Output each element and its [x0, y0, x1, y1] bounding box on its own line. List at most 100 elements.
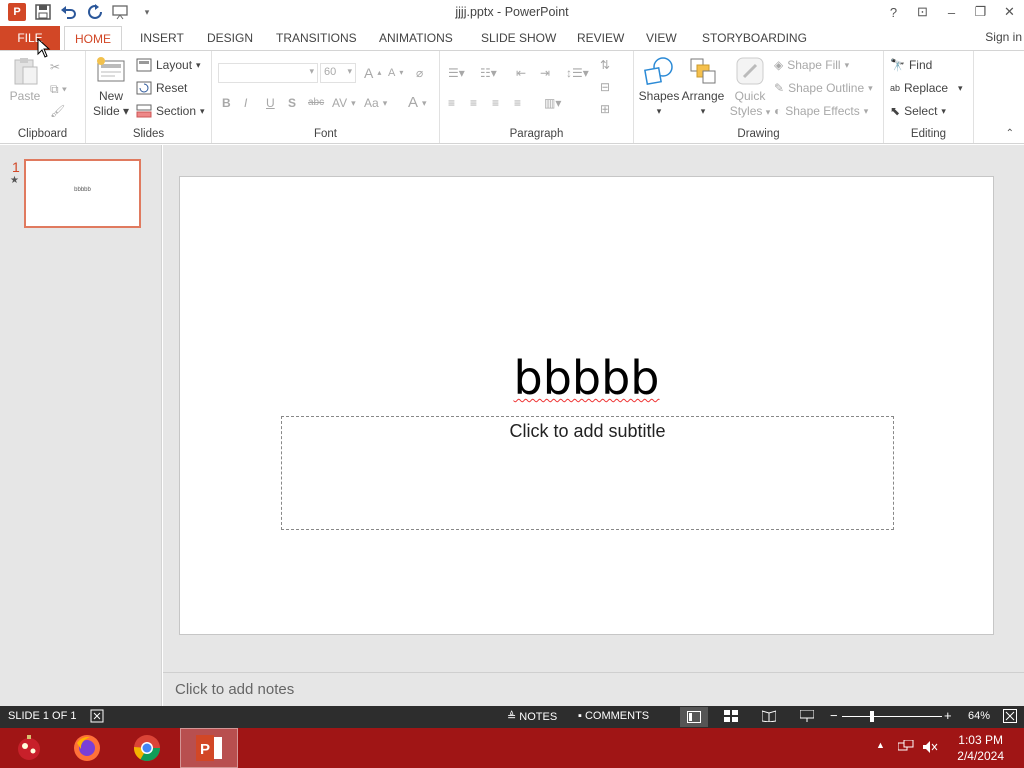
sign-in-link[interactable]: Sign in: [985, 30, 1022, 44]
increase-font-size-icon[interactable]: A ▴: [364, 63, 381, 83]
shapes-button[interactable]: Shapes ▾: [638, 55, 680, 119]
tab-review[interactable]: REVIEW: [567, 26, 634, 50]
comments-button[interactable]: ▪ COMMENTS: [578, 710, 649, 722]
paragraph-group: ☰▾ ☷▾ ⇤ ⇥ ↕☰▾ ⇅ ⊟ ⊞ ≡ ≡ ≡ ≡ ▥▾ Paragraph: [440, 51, 634, 143]
justify-icon[interactable]: ≡: [514, 93, 521, 113]
help-button[interactable]: ?: [879, 0, 908, 24]
font-color-button[interactable]: A ▾: [408, 93, 427, 113]
text-direction-icon[interactable]: ⇅: [600, 55, 610, 75]
volume-muted-icon[interactable]: [922, 740, 938, 757]
zoom-slider[interactable]: [842, 711, 942, 722]
italic-button[interactable]: I: [244, 93, 247, 113]
new-slide-button[interactable]: New Slide ▾: [92, 55, 130, 119]
bold-button[interactable]: B: [222, 93, 231, 113]
tab-transitions[interactable]: TRANSITIONS: [266, 26, 367, 50]
zoom-level[interactable]: 64%: [968, 710, 990, 722]
line-spacing-icon[interactable]: ↕☰▾: [566, 63, 589, 83]
ribbon-display-options-button[interactable]: ⊡: [908, 0, 937, 24]
slide-thumbnail[interactable]: bbbbb: [24, 159, 141, 228]
tab-view[interactable]: VIEW: [636, 26, 687, 50]
font-group: ▾ 60 ▾ A ▴ A ▾ ⌀ B I U S abc AV ▾ Aa ▾ A ▾ Fon…: [212, 51, 440, 143]
text-shadow-button[interactable]: S: [288, 93, 296, 113]
close-button[interactable]: ✕: [995, 0, 1024, 24]
reading-view-icon[interactable]: [761, 710, 777, 725]
slide-editing-area: bbbbb Click to add subtitle: [163, 145, 1024, 672]
slide-canvas[interactable]: bbbbb Click to add subtitle: [179, 176, 994, 635]
format-painter-icon[interactable]: 🖌: [50, 101, 65, 121]
tab-file[interactable]: FILE: [0, 26, 60, 50]
align-right-icon[interactable]: ≡: [492, 93, 499, 113]
increase-indent-icon[interactable]: ⇥: [540, 63, 550, 83]
find-button[interactable]: 🔭 Find: [890, 55, 932, 75]
select-button[interactable]: ⬉ Select ▾: [890, 101, 946, 121]
zoom-in-button[interactable]: +: [944, 708, 952, 723]
notes-pane[interactable]: Click to add notes: [163, 672, 1024, 706]
change-case-button[interactable]: Aa ▾: [364, 93, 387, 113]
align-text-icon[interactable]: ⊟: [600, 77, 610, 97]
tab-home[interactable]: HOME: [64, 26, 122, 50]
slide-count: SLIDE 1 OF 1: [8, 710, 77, 722]
shape-fill-button[interactable]: ◈ Shape Fill ▾: [774, 55, 849, 75]
shape-outline-button[interactable]: ✎ Shape Outline ▾: [774, 78, 873, 98]
reset-button[interactable]: Reset: [136, 78, 187, 98]
firefox-icon[interactable]: [58, 728, 116, 768]
network-icon[interactable]: [897, 739, 914, 757]
fit-slide-icon[interactable]: [1003, 709, 1017, 726]
strikethrough-button[interactable]: abc: [308, 93, 324, 113]
layout-button[interactable]: Layout ▾: [136, 55, 201, 75]
notes-button[interactable]: ≜ NOTES: [507, 710, 557, 723]
smartart-icon[interactable]: ⊞: [600, 99, 610, 119]
align-center-icon[interactable]: ≡: [470, 93, 477, 113]
slide-sorter-icon[interactable]: [724, 710, 738, 725]
slide-show-icon[interactable]: [799, 709, 815, 725]
powerpoint-taskbar-icon[interactable]: P: [180, 728, 238, 768]
paragraph-label: Paragraph: [509, 128, 564, 140]
font-label: Font: [313, 128, 337, 140]
shape-effects-button[interactable]: ◐ Shape Effects ▾: [774, 101, 868, 121]
tab-design[interactable]: DESIGN: [197, 26, 263, 50]
clear-formatting-icon[interactable]: ⌀: [416, 63, 423, 83]
replace-button[interactable]: ab Replace ▾: [890, 78, 963, 98]
clock-time: 1:03 PM: [958, 733, 1003, 747]
tab-slide-show[interactable]: SLIDE SHOW: [471, 26, 566, 50]
zoom-slider-thumb[interactable]: [870, 711, 874, 722]
paste-button[interactable]: Paste: [6, 55, 44, 104]
editing-label: Editing: [910, 128, 947, 140]
ribbon-home: Paste ✂ ⧉ ▾ 🖌 Clipboard New Slide ▾ Layo…: [0, 50, 1024, 144]
bullets-icon[interactable]: ☰▾: [448, 63, 465, 83]
slides-label: Slides: [132, 128, 165, 140]
restore-button[interactable]: ❐: [966, 0, 995, 24]
slide-title[interactable]: bbbbb: [180, 351, 993, 405]
collapse-ribbon-icon[interactable]: ⌃: [1006, 128, 1014, 139]
tab-animations[interactable]: ANIMATIONS: [369, 26, 463, 50]
numbering-icon[interactable]: ☷▾: [480, 63, 497, 83]
decrease-font-size-icon[interactable]: A ▾: [388, 63, 403, 83]
spell-check-icon[interactable]: [90, 709, 104, 726]
system-clock[interactable]: 1:03 PM 2/4/2024: [957, 732, 1004, 764]
binoculars-icon: 🔭: [890, 58, 905, 72]
ribbon-tabs: FILE HOME INSERT DESIGN TRANSITIONS ANIM…: [0, 26, 1024, 50]
drawing-label: Drawing: [737, 128, 780, 140]
zoom-out-button[interactable]: −: [830, 708, 838, 723]
cut-icon[interactable]: ✂: [50, 57, 60, 77]
columns-icon[interactable]: ▥▾: [544, 93, 561, 113]
align-left-icon[interactable]: ≡: [448, 93, 455, 113]
underline-button[interactable]: U: [266, 93, 275, 113]
copy-icon[interactable]: ⧉ ▾: [50, 79, 67, 99]
tab-storyboarding[interactable]: STORYBOARDING: [692, 26, 817, 50]
tab-insert[interactable]: INSERT: [130, 26, 194, 50]
quick-styles-button[interactable]: Quick Styles ▾: [728, 55, 772, 120]
arrange-button[interactable]: Arrange ▾: [680, 55, 726, 119]
font-name-input[interactable]: ▾: [218, 63, 318, 83]
normal-view-icon[interactable]: [680, 707, 708, 727]
minimize-button[interactable]: –: [937, 0, 966, 24]
start-button-icon[interactable]: [0, 728, 58, 768]
subtitle-placeholder[interactable]: Click to add subtitle: [281, 416, 894, 530]
paint-bucket-icon: ◈: [774, 58, 784, 72]
font-size-input[interactable]: 60 ▾: [320, 63, 356, 83]
character-spacing-button[interactable]: AV ▾: [332, 93, 356, 113]
section-button[interactable]: Section ▾: [136, 101, 205, 121]
chrome-icon[interactable]: [118, 728, 176, 768]
decrease-indent-icon[interactable]: ⇤: [516, 63, 526, 83]
show-hidden-icons[interactable]: ▲: [876, 740, 885, 750]
